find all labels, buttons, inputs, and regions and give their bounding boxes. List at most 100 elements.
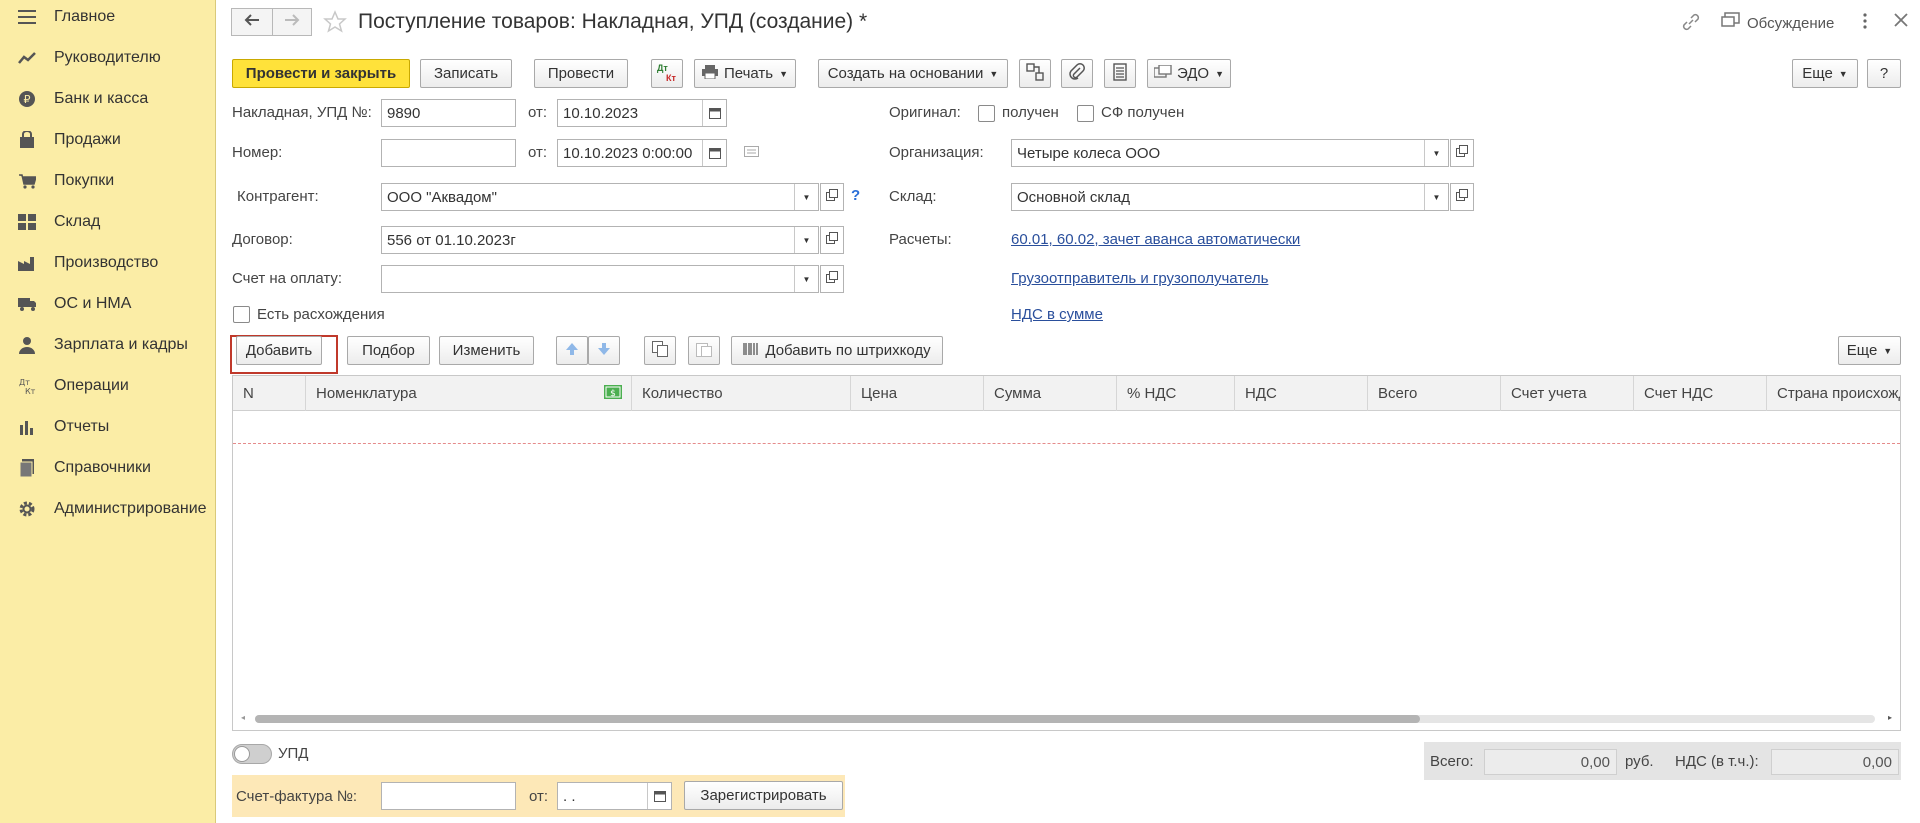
column-header-amount[interactable]: Сумма (984, 376, 1117, 411)
shipper-consignee-link[interactable]: Грузоотправитель и грузополучатель (1011, 270, 1268, 287)
chevron-down-icon[interactable]: ▼ (1424, 140, 1448, 166)
structure-button[interactable] (1019, 59, 1051, 88)
favorite-star-icon[interactable] (323, 10, 347, 39)
received-checkbox[interactable] (978, 105, 995, 122)
open-contract-button[interactable] (820, 226, 844, 254)
attach-button[interactable] (1061, 59, 1093, 88)
column-header-vat-account[interactable]: Счет НДС (1634, 376, 1767, 411)
sf-received-checkbox[interactable] (1077, 105, 1094, 122)
register-button[interactable]: Зарегистрировать (684, 781, 843, 810)
payment-invoice-field[interactable]: ▼ (381, 265, 819, 293)
sidebar-item-production[interactable]: Производство (0, 243, 216, 283)
counterparty-field[interactable]: ООО "Аквадом" ▼ (381, 183, 819, 211)
column-header-characteristic[interactable]: $ (596, 376, 632, 411)
forward-button[interactable] (272, 8, 312, 36)
save-button[interactable]: Записать (420, 59, 512, 88)
close-icon[interactable] (1891, 10, 1911, 35)
sidebar-item-warehouse[interactable]: Склад (0, 202, 216, 242)
trend-icon (18, 49, 36, 67)
dt-kt-button[interactable]: Дт Кт (651, 59, 683, 88)
column-header-price[interactable]: Цена (851, 376, 984, 411)
back-button[interactable] (231, 8, 273, 36)
sidebar-item-operations[interactable]: Дт Кт Операции (0, 366, 216, 406)
sf-number-field[interactable] (381, 782, 516, 810)
more-button[interactable]: Еще ▼ (1792, 59, 1858, 88)
report-button[interactable] (1104, 59, 1136, 88)
invoice-number-label: Накладная, УПД №: (232, 104, 372, 121)
open-icon (1456, 144, 1468, 162)
help-mark[interactable]: ? (851, 187, 860, 204)
table-more-button[interactable]: Еще ▼ (1838, 336, 1901, 365)
column-header-nomenclature[interactable]: Номенклатура (306, 376, 596, 411)
sidebar-item-salary[interactable]: Зарплата и кадры (0, 325, 216, 365)
chevron-down-icon[interactable]: ▼ (1424, 184, 1448, 210)
column-header-n[interactable]: N (233, 376, 306, 411)
sidebar-item-admin[interactable]: Администрирование (0, 489, 216, 529)
sidebar-item-references[interactable]: Справочники (0, 448, 216, 488)
svg-text:Кт: Кт (25, 387, 36, 395)
chevron-down-icon[interactable]: ▼ (794, 227, 818, 253)
post-button[interactable]: Провести (534, 59, 628, 88)
sidebar-item-bank[interactable]: ₽ Банк и касса (0, 79, 216, 119)
invoice-date-field[interactable]: 10.10.2023 (557, 99, 727, 127)
column-header-vat[interactable]: НДС (1235, 376, 1368, 411)
table-row[interactable] (233, 411, 1900, 444)
organization-field[interactable]: Четыре колеса ООО ▼ (1011, 139, 1449, 167)
scroll-left-icon[interactable]: ◂ (241, 713, 245, 722)
open-counterparty-button[interactable] (820, 183, 844, 211)
sidebar-item-main[interactable]: Главное (0, 0, 216, 37)
link-icon[interactable] (1681, 12, 1701, 37)
calendar-icon[interactable] (702, 140, 726, 166)
paste-button[interactable] (688, 336, 720, 365)
calendar-icon[interactable] (702, 100, 726, 126)
scroll-right-icon[interactable]: ▸ (1888, 713, 1892, 722)
sidebar-item-fixed-assets[interactable]: ОС и НМА (0, 284, 216, 324)
chevron-down-icon[interactable]: ▼ (794, 184, 818, 210)
create-based-on-button[interactable]: Создать на основании ▼ (818, 59, 1008, 88)
sidebar-item-sales[interactable]: Продажи (0, 120, 216, 160)
sidebar-item-purchases[interactable]: Покупки (0, 161, 216, 201)
open-warehouse-button[interactable] (1450, 183, 1474, 211)
post-and-close-button[interactable]: Провести и закрыть (232, 59, 410, 88)
select-button[interactable]: Подбор (347, 336, 430, 365)
add-row-button[interactable]: Добавить (236, 336, 322, 365)
column-header-quantity[interactable]: Количество (632, 376, 851, 411)
number-field[interactable] (381, 139, 516, 167)
column-header-country[interactable]: Страна происхождения (1767, 376, 1900, 411)
edo-button[interactable]: ЭДО ▼ (1147, 59, 1231, 88)
move-up-button[interactable] (556, 336, 588, 365)
vat-in-amount-link[interactable]: НДС в сумме (1011, 306, 1103, 323)
chevron-down-icon[interactable]: ▼ (794, 266, 818, 292)
scrollbar-thumb[interactable] (255, 715, 1420, 723)
number-date-field[interactable]: 10.10.2023 0:00:00 (557, 139, 727, 167)
upd-toggle[interactable] (232, 744, 272, 764)
contract-field[interactable]: 556 от 01.10.2023г ▼ (381, 226, 819, 254)
print-button[interactable]: Печать ▼ (694, 59, 796, 88)
horizontal-scrollbar[interactable] (255, 715, 1875, 723)
chevron-down-icon: ▼ (989, 68, 999, 79)
goods-table[interactable]: N Номенклатура $ Количество Цена Сумма %… (232, 375, 1901, 731)
change-button[interactable]: Изменить (439, 336, 534, 365)
sf-date-field[interactable]: . . (557, 782, 672, 810)
help-button[interactable]: ? (1867, 59, 1901, 88)
comment-icon[interactable] (744, 145, 760, 164)
open-payment-invoice-button[interactable] (820, 265, 844, 293)
move-down-button[interactable] (588, 336, 620, 365)
column-header-account[interactable]: Счет учета (1501, 376, 1634, 411)
invoice-number-field[interactable]: 9890 (381, 99, 516, 127)
column-header-total[interactable]: Всего (1368, 376, 1501, 411)
add-by-barcode-button[interactable]: Добавить по штрихкоду (731, 336, 943, 365)
settlements-link[interactable]: 60.01, 60.02, зачет аванса автоматически (1011, 231, 1300, 248)
copy-button[interactable] (644, 336, 676, 365)
calendar-icon[interactable] (647, 783, 671, 809)
discrepancy-checkbox[interactable] (233, 306, 250, 323)
warehouse-field[interactable]: Основной склад ▼ (1011, 183, 1449, 211)
sidebar-item-reports[interactable]: Отчеты (0, 407, 216, 447)
discussion-button[interactable]: Обсуждение (1721, 12, 1834, 35)
open-organization-button[interactable] (1450, 139, 1474, 167)
column-header-vat-rate[interactable]: % НДС (1117, 376, 1235, 411)
more-vertical-icon[interactable] (1862, 12, 1868, 35)
number-label: Номер: (232, 144, 283, 161)
sidebar-item-manager[interactable]: Руководителю (0, 38, 216, 78)
discrepancy-label: Есть расхождения (257, 306, 385, 323)
